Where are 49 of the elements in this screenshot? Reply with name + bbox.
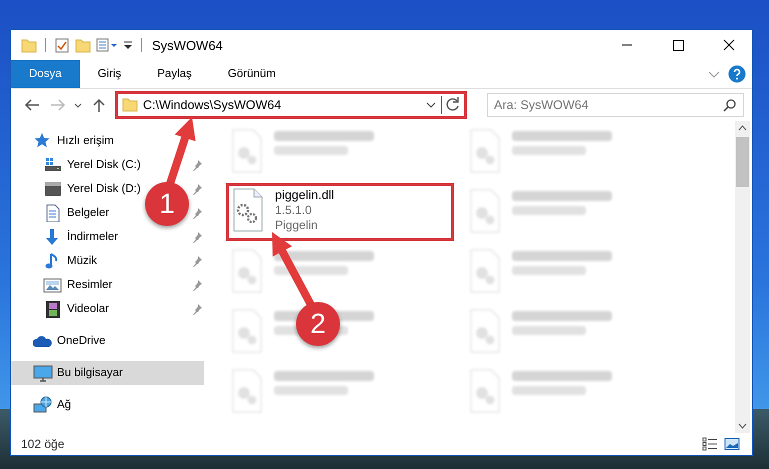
view-options-icon[interactable] bbox=[96, 37, 118, 53]
pin-icon[interactable] bbox=[191, 303, 203, 315]
sidebar-item[interactable]: Resimler bbox=[43, 276, 112, 294]
up-arrow-icon[interactable] bbox=[91, 97, 107, 113]
ribbon-tab[interactable]: Giriş bbox=[80, 60, 140, 88]
pin-icon[interactable] bbox=[191, 231, 203, 243]
back-arrow-icon[interactable] bbox=[23, 97, 41, 113]
sidebar-item[interactable]: Bu bilgisayar bbox=[33, 364, 123, 382]
pin-icon[interactable] bbox=[191, 207, 203, 219]
address-bar[interactable]: C:\Windows\SysWOW64 bbox=[115, 91, 467, 119]
drive-icon bbox=[43, 180, 63, 198]
window-title: SysWOW64 bbox=[152, 38, 223, 52]
file-detail: 1.5.1.0 bbox=[275, 203, 313, 217]
pin-icon[interactable] bbox=[191, 279, 203, 291]
large-icons-view-icon[interactable] bbox=[724, 437, 740, 451]
gear-file-icon bbox=[231, 188, 265, 233]
folder-icon bbox=[122, 98, 138, 112]
sidebar-item[interactable]: Yerel Disk (D:) bbox=[43, 180, 141, 198]
video-icon bbox=[43, 300, 63, 318]
file-name: piggelin.dll bbox=[275, 188, 334, 202]
search-icon[interactable] bbox=[723, 98, 737, 112]
scrollbar[interactable] bbox=[735, 121, 750, 433]
item-count: 102 öğe bbox=[21, 437, 64, 451]
pin-icon[interactable] bbox=[191, 183, 203, 195]
file-detail: Piggelin bbox=[275, 218, 319, 232]
search-field[interactable]: Ara: SysWOW64 bbox=[487, 93, 744, 117]
sidebar-item[interactable]: İndirmeler bbox=[43, 228, 118, 246]
sidebar-item[interactable]: Müzik bbox=[43, 252, 98, 270]
computer-icon bbox=[33, 364, 53, 382]
file-tile[interactable]: piggelin.dll 1.5.1.0 Piggelin bbox=[226, 183, 454, 241]
address-path: C:\Windows\SysWOW64 bbox=[143, 98, 282, 112]
ribbon-tab[interactable]: Paylaş bbox=[139, 60, 210, 88]
system-drive-icon bbox=[43, 156, 63, 174]
sidebar-item[interactable]: Yerel Disk (C:) bbox=[43, 156, 141, 174]
pin-icon[interactable] bbox=[191, 255, 203, 267]
help-icon[interactable] bbox=[728, 65, 746, 83]
pictures-icon bbox=[43, 276, 63, 294]
sidebar-item[interactable]: Hızlı erişim bbox=[33, 132, 114, 150]
network-icon bbox=[33, 396, 53, 414]
sidebar-item[interactable]: Belgeler bbox=[43, 204, 110, 222]
properties-icon[interactable] bbox=[54, 37, 70, 53]
sidebar-item[interactable]: Ağ bbox=[33, 396, 72, 414]
scroll-thumb[interactable] bbox=[736, 137, 749, 187]
pin-icon[interactable] bbox=[191, 159, 203, 171]
sidebar-item[interactable]: Videolar bbox=[43, 300, 109, 318]
details-view-icon[interactable] bbox=[702, 437, 718, 451]
sidebar-item[interactable]: OneDrive bbox=[33, 332, 106, 350]
ribbon-tab[interactable]: Dosya bbox=[11, 60, 80, 88]
ribbon-tab[interactable]: Görünüm bbox=[210, 60, 294, 88]
